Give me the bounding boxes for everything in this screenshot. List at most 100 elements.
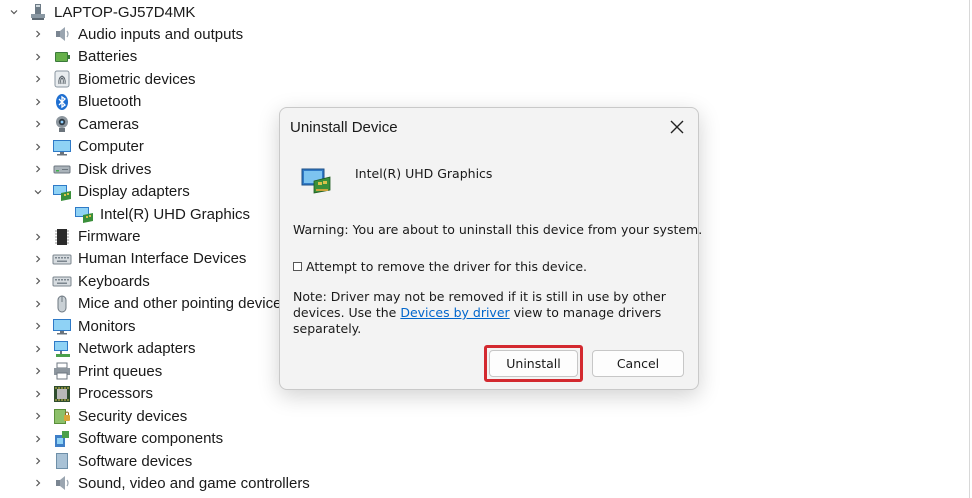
tree-item[interactable]: Bluetooth	[32, 91, 141, 113]
tree-item-label: Mice and other pointing devices	[78, 295, 289, 313]
chip-icon	[52, 227, 72, 247]
chevron-right-icon[interactable]	[32, 231, 44, 243]
tree-item[interactable]: Network adapters	[32, 338, 196, 360]
uninstall-button[interactable]: Uninstall	[489, 350, 578, 377]
tree-item-label: Monitors	[78, 317, 136, 335]
tree-item-label: Bluetooth	[78, 93, 142, 111]
tree-item[interactable]: Keyboards	[32, 270, 150, 292]
tree-item-label: Biometric devices	[78, 70, 196, 88]
processor-icon	[52, 384, 72, 404]
tree-item-label: Batteries	[78, 48, 138, 66]
camera-icon	[52, 114, 72, 134]
chevron-down-icon[interactable]	[32, 186, 44, 198]
battery-icon	[52, 47, 72, 67]
tree-item-label: Processors	[78, 385, 154, 403]
chevron-right-icon[interactable]	[32, 118, 44, 130]
chevron-right-icon[interactable]	[32, 163, 44, 175]
chevron-right-icon[interactable]	[32, 433, 44, 445]
chevron-right-icon[interactable]	[32, 343, 44, 355]
tree-item-label: Computer	[78, 138, 144, 156]
chevron-right-icon[interactable]	[32, 477, 44, 489]
remove-driver-option[interactable]: Attempt to remove the driver for this de…	[293, 259, 587, 274]
chevron-right-icon[interactable]	[32, 73, 44, 85]
display-adapter-icon	[52, 182, 72, 202]
chevron-right-icon[interactable]	[32, 455, 44, 467]
tree-item-label: Human Interface Devices	[78, 250, 247, 268]
chevron-right-icon[interactable]	[32, 96, 44, 108]
tree-item-label: Display adapters	[78, 183, 190, 201]
remove-driver-checkbox[interactable]	[293, 262, 302, 271]
devices-by-driver-link[interactable]: Devices by driver	[400, 305, 509, 320]
monitor-icon	[52, 137, 72, 157]
tree-item-label: Security devices	[78, 407, 188, 425]
tree-item[interactable]: Human Interface Devices	[32, 248, 246, 270]
close-icon	[670, 120, 684, 134]
tree-item[interactable]: Computer	[32, 136, 144, 158]
tree-item-label: LAPTOP-GJ57D4MK	[54, 3, 196, 21]
tree-item[interactable]: Biometric devices	[32, 68, 196, 90]
close-button[interactable]	[666, 116, 688, 138]
cancel-button[interactable]: Cancel	[592, 350, 684, 377]
tree-item-label: Keyboards	[78, 272, 150, 290]
tree-item[interactable]: Disk drives	[32, 158, 151, 180]
speaker-icon	[52, 473, 72, 493]
chevron-right-icon[interactable]	[32, 320, 44, 332]
mouse-icon	[52, 294, 72, 314]
chevron-right-icon[interactable]	[32, 141, 44, 153]
printer-icon	[52, 361, 72, 381]
tree-item[interactable]: Software components	[32, 428, 223, 450]
remove-driver-label: Attempt to remove the driver for this de…	[306, 259, 587, 274]
tree-root[interactable]: LAPTOP-GJ57D4MK	[8, 1, 195, 23]
chevron-right-icon[interactable]	[32, 410, 44, 422]
network-icon	[52, 339, 72, 359]
chevron-right-icon[interactable]	[32, 51, 44, 63]
computer-icon	[28, 2, 48, 22]
tree-item-child[interactable]: Intel(R) UHD Graphics	[74, 203, 250, 225]
tree-item-label: Software devices	[78, 452, 193, 470]
display-adapter-icon	[301, 168, 331, 194]
chevron-right-icon[interactable]	[32, 298, 44, 310]
speaker-icon	[52, 24, 72, 44]
tree-item[interactable]: Audio inputs and outputs	[32, 23, 243, 45]
keyboard-icon	[52, 271, 72, 291]
tree-item[interactable]: Display adapters	[32, 181, 190, 203]
chevron-right-icon[interactable]	[32, 365, 44, 377]
device-manager-window: LAPTOP-GJ57D4MK Audio inputs and outputs B…	[0, 0, 970, 498]
tree-item-label: Print queues	[78, 362, 163, 380]
chevron-right-icon[interactable]	[32, 253, 44, 265]
monitor-icon	[52, 316, 72, 336]
bluetooth-icon	[52, 92, 72, 112]
software-device-icon	[52, 451, 72, 471]
chevron-right-icon[interactable]	[32, 388, 44, 400]
keyboard-icon	[52, 249, 72, 269]
tree-item-label: Sound, video and game controllers	[78, 474, 310, 492]
device-name: Intel(R) UHD Graphics	[355, 166, 493, 181]
uninstall-device-dialog: Uninstall Device Intel(R) UHD Graphics W…	[279, 107, 703, 390]
driver-note: Note: Driver may not be removed if it is…	[293, 289, 688, 337]
tree-item-label: Disk drives	[78, 160, 152, 178]
tree-item[interactable]: Monitors	[32, 315, 136, 337]
tree-item-label: Intel(R) UHD Graphics	[100, 205, 251, 223]
tree-item-label: Cameras	[78, 115, 139, 133]
tree-item[interactable]: Processors	[32, 383, 153, 405]
tree-item[interactable]: Print queues	[32, 360, 162, 382]
tree-item[interactable]: Security devices	[32, 405, 187, 427]
tree-item-label: Firmware	[78, 228, 141, 245]
chevron-down-icon[interactable]	[8, 6, 20, 18]
chevron-right-icon[interactable]	[32, 28, 44, 40]
tree-item-label: Audio inputs and outputs	[78, 25, 244, 43]
warning-text: Warning: You are about to uninstall this…	[293, 222, 703, 237]
tree-item[interactable]: Batteries	[32, 46, 137, 68]
chevron-right-icon[interactable]	[32, 275, 44, 287]
tree-item[interactable]: Firmware	[32, 226, 141, 248]
security-icon	[52, 406, 72, 426]
tree-item[interactable]: Mice and other pointing devices	[32, 293, 289, 315]
software-component-icon	[52, 429, 72, 449]
tree-item[interactable]: Cameras	[32, 113, 139, 135]
disk-drive-icon	[52, 159, 72, 179]
tree-item[interactable]: Software devices	[32, 450, 192, 472]
tree-item-label: Network adapters	[78, 340, 196, 358]
tree-item[interactable]: Sound, video and game controllers	[32, 472, 310, 494]
tree-item-label: Software components	[78, 430, 224, 448]
fingerprint-icon	[52, 69, 72, 89]
